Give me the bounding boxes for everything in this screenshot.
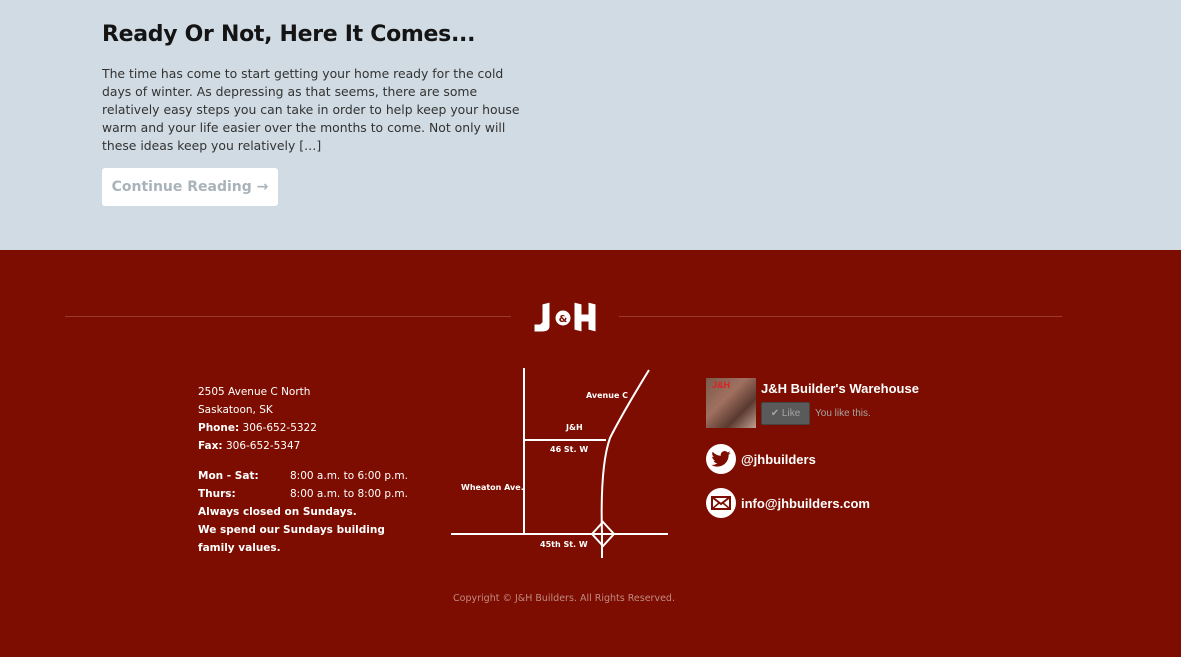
fax-row: Fax: 306-652-5347 [198, 437, 408, 455]
post-title[interactable]: Ready Or Not, Here It Comes... [102, 22, 475, 47]
closed-note: Always closed on Sundays. [198, 506, 357, 518]
map-label-avenue-c: Avenue C [586, 391, 628, 400]
address-line-2: Saskatoon, SK [198, 404, 273, 416]
contact-info: 2505 Avenue C North Saskatoon, SK Phone:… [198, 383, 408, 557]
fax-label: Fax: [198, 440, 223, 452]
hours-row: Mon - Sat: 8:00 a.m. to 6:00 p.m. [198, 467, 408, 485]
envelope-icon [706, 488, 736, 518]
site-footer: & 2505 Avenue C North Saskatoon, SK Phon… [0, 250, 1181, 657]
continue-reading-button[interactable]: Continue Reading → [102, 168, 278, 206]
like-label: Like [781, 408, 801, 419]
phone-label: Phone: [198, 422, 240, 434]
map-label-46st: 46 St. W [550, 445, 588, 454]
twitter-handle[interactable]: @jhbuilders [741, 452, 816, 467]
facebook-widget: J&H J&H Builder's Warehouse ✔ Like You l… [706, 378, 966, 430]
twitter-icon [706, 444, 736, 474]
twitter-link[interactable]: @jhbuilders [706, 444, 966, 474]
phone-number[interactable]: 306-652-5322 [243, 422, 317, 434]
facebook-like-status: You like this. [815, 408, 871, 419]
hours-time: 8:00 a.m. to 8:00 p.m. [290, 488, 408, 500]
footer-divider-left [65, 316, 511, 317]
hours-day: Thurs: [198, 488, 236, 500]
family-note: We spend our Sundays building family val… [198, 524, 385, 554]
jh-logo[interactable]: & [530, 298, 600, 336]
address-line-1: 2505 Avenue C North [198, 386, 311, 398]
email-link[interactable]: info@jhbuilders.com [706, 488, 966, 518]
email-address[interactable]: info@jhbuilders.com [741, 496, 870, 511]
map-label-45st: 45th St. W [540, 540, 588, 549]
business-hours: Mon - Sat: 8:00 a.m. to 6:00 p.m. Thurs:… [198, 467, 408, 557]
map-logo-label: J&H [565, 423, 583, 432]
facebook-page-avatar[interactable]: J&H [706, 378, 756, 428]
fax-number: 306-652-5347 [225, 440, 301, 452]
avatar-logo-text: J&H [712, 380, 731, 390]
copyright-text: Copyright © J&H Builders. All Rights Res… [453, 593, 675, 604]
phone-row: Phone: 306-652-5322 [198, 419, 408, 437]
hours-time: 8:00 a.m. to 6:00 p.m. [290, 470, 408, 482]
facebook-page-name[interactable]: J&H Builder's Warehouse [761, 381, 919, 396]
facebook-like-button[interactable]: ✔ Like [761, 402, 810, 425]
footer-divider-right [619, 316, 1062, 317]
social-links: J&H J&H Builder's Warehouse ✔ Like You l… [706, 378, 966, 518]
blog-post-section: Ready Or Not, Here It Comes... The time … [0, 0, 1181, 250]
location-map[interactable]: Avenue C 46 St. W Wheaton Ave. 45th St. … [450, 368, 670, 558]
post-excerpt: The time has come to start getting your … [102, 66, 520, 153]
hours-row: Thurs: 8:00 a.m. to 8:00 p.m. [198, 485, 408, 503]
map-label-wheaton: Wheaton Ave. [461, 483, 524, 492]
svg-text:&: & [559, 314, 568, 325]
hours-day: Mon - Sat: [198, 470, 259, 482]
